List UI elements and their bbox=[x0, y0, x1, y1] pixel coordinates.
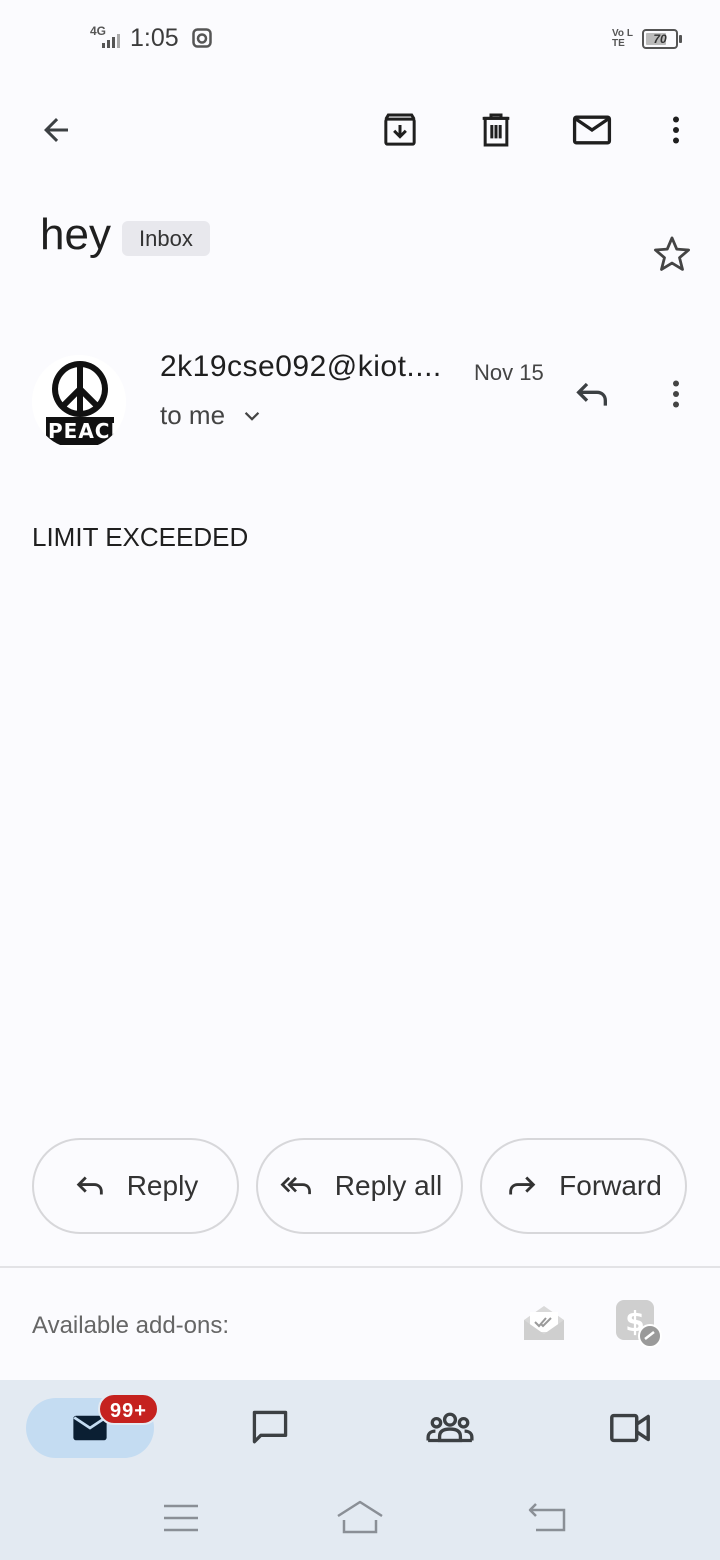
divider bbox=[0, 1266, 720, 1268]
reply-button[interactable]: Reply bbox=[32, 1138, 239, 1234]
inbox-label-chip[interactable]: Inbox bbox=[122, 221, 210, 256]
email-body: LIMIT EXCEEDED bbox=[32, 522, 249, 552]
reply-icon bbox=[576, 382, 607, 406]
volte-indicator: Vo LTE bbox=[612, 28, 633, 49]
reply-icon-button[interactable] bbox=[566, 368, 618, 420]
forward-button[interactable]: Forward bbox=[480, 1138, 687, 1234]
addon-payments[interactable]: $ bbox=[612, 1298, 664, 1350]
forward-label: Forward bbox=[559, 1170, 662, 1201]
reply-all-button[interactable]: Reply all bbox=[256, 1138, 463, 1234]
instagram-icon bbox=[192, 28, 212, 48]
mark-unread-button[interactable] bbox=[566, 104, 618, 156]
battery-icon: 70 bbox=[642, 29, 678, 49]
video-camera-icon bbox=[610, 1413, 650, 1443]
archive-button[interactable] bbox=[374, 104, 426, 156]
arrow-left-icon bbox=[44, 118, 68, 142]
home-icon bbox=[337, 1500, 383, 1534]
email-subject: hey bbox=[40, 210, 111, 259]
dollar-addon-icon: $ bbox=[616, 1300, 662, 1348]
chevron-down-icon bbox=[244, 411, 260, 421]
back-icon bbox=[528, 1503, 566, 1532]
star-button[interactable] bbox=[646, 228, 698, 280]
battery-level: 70 bbox=[653, 32, 667, 46]
addon-email-tracker[interactable] bbox=[520, 1300, 568, 1348]
reply-label: Reply bbox=[126, 1170, 199, 1201]
avatar-text: PEACE bbox=[48, 419, 126, 443]
more-vert-icon bbox=[673, 116, 679, 144]
reply-all-label: Reply all bbox=[334, 1170, 443, 1201]
system-back-button[interactable] bbox=[526, 1498, 574, 1538]
mail-icon bbox=[572, 115, 612, 145]
email-date: Nov 15 bbox=[474, 360, 544, 385]
signal-icon bbox=[102, 34, 120, 48]
sender-address[interactable]: 2k19cse092@kiot.... bbox=[160, 350, 442, 384]
reply-all-icon bbox=[280, 1176, 311, 1195]
chat-icon bbox=[252, 1410, 288, 1444]
addons-label: Available add-ons: bbox=[32, 1312, 230, 1339]
recipient-text: to me bbox=[160, 400, 226, 430]
trash-icon bbox=[482, 113, 510, 147]
envelope-check-icon bbox=[524, 1306, 564, 1340]
delete-button[interactable] bbox=[470, 104, 522, 156]
star-icon bbox=[653, 236, 691, 271]
battery-tip bbox=[679, 35, 682, 43]
menu-icon bbox=[164, 1504, 198, 1532]
system-home-button[interactable] bbox=[334, 1498, 386, 1538]
message-more-button[interactable] bbox=[650, 368, 702, 420]
back-button[interactable] bbox=[30, 104, 82, 156]
nav-spaces-tab[interactable] bbox=[424, 1402, 476, 1454]
forward-icon bbox=[509, 1176, 536, 1195]
archive-icon bbox=[384, 113, 416, 146]
reply-icon bbox=[76, 1176, 103, 1195]
clock: 1:05 bbox=[130, 24, 179, 52]
recipient-details-toggle[interactable]: to me bbox=[160, 400, 263, 431]
system-menu-button[interactable] bbox=[160, 1498, 204, 1538]
nav-meet-tab[interactable] bbox=[604, 1402, 656, 1454]
status-bar: 4G 1:05 Vo LTE 70 bbox=[0, 0, 720, 78]
unread-count-badge: 99+ bbox=[98, 1393, 159, 1425]
more-options-button[interactable] bbox=[650, 104, 702, 156]
spaces-icon bbox=[426, 1412, 474, 1443]
sender-avatar[interactable]: PEACE bbox=[32, 355, 126, 449]
more-vert-icon bbox=[673, 380, 679, 408]
nav-chat-tab[interactable] bbox=[244, 1402, 296, 1454]
